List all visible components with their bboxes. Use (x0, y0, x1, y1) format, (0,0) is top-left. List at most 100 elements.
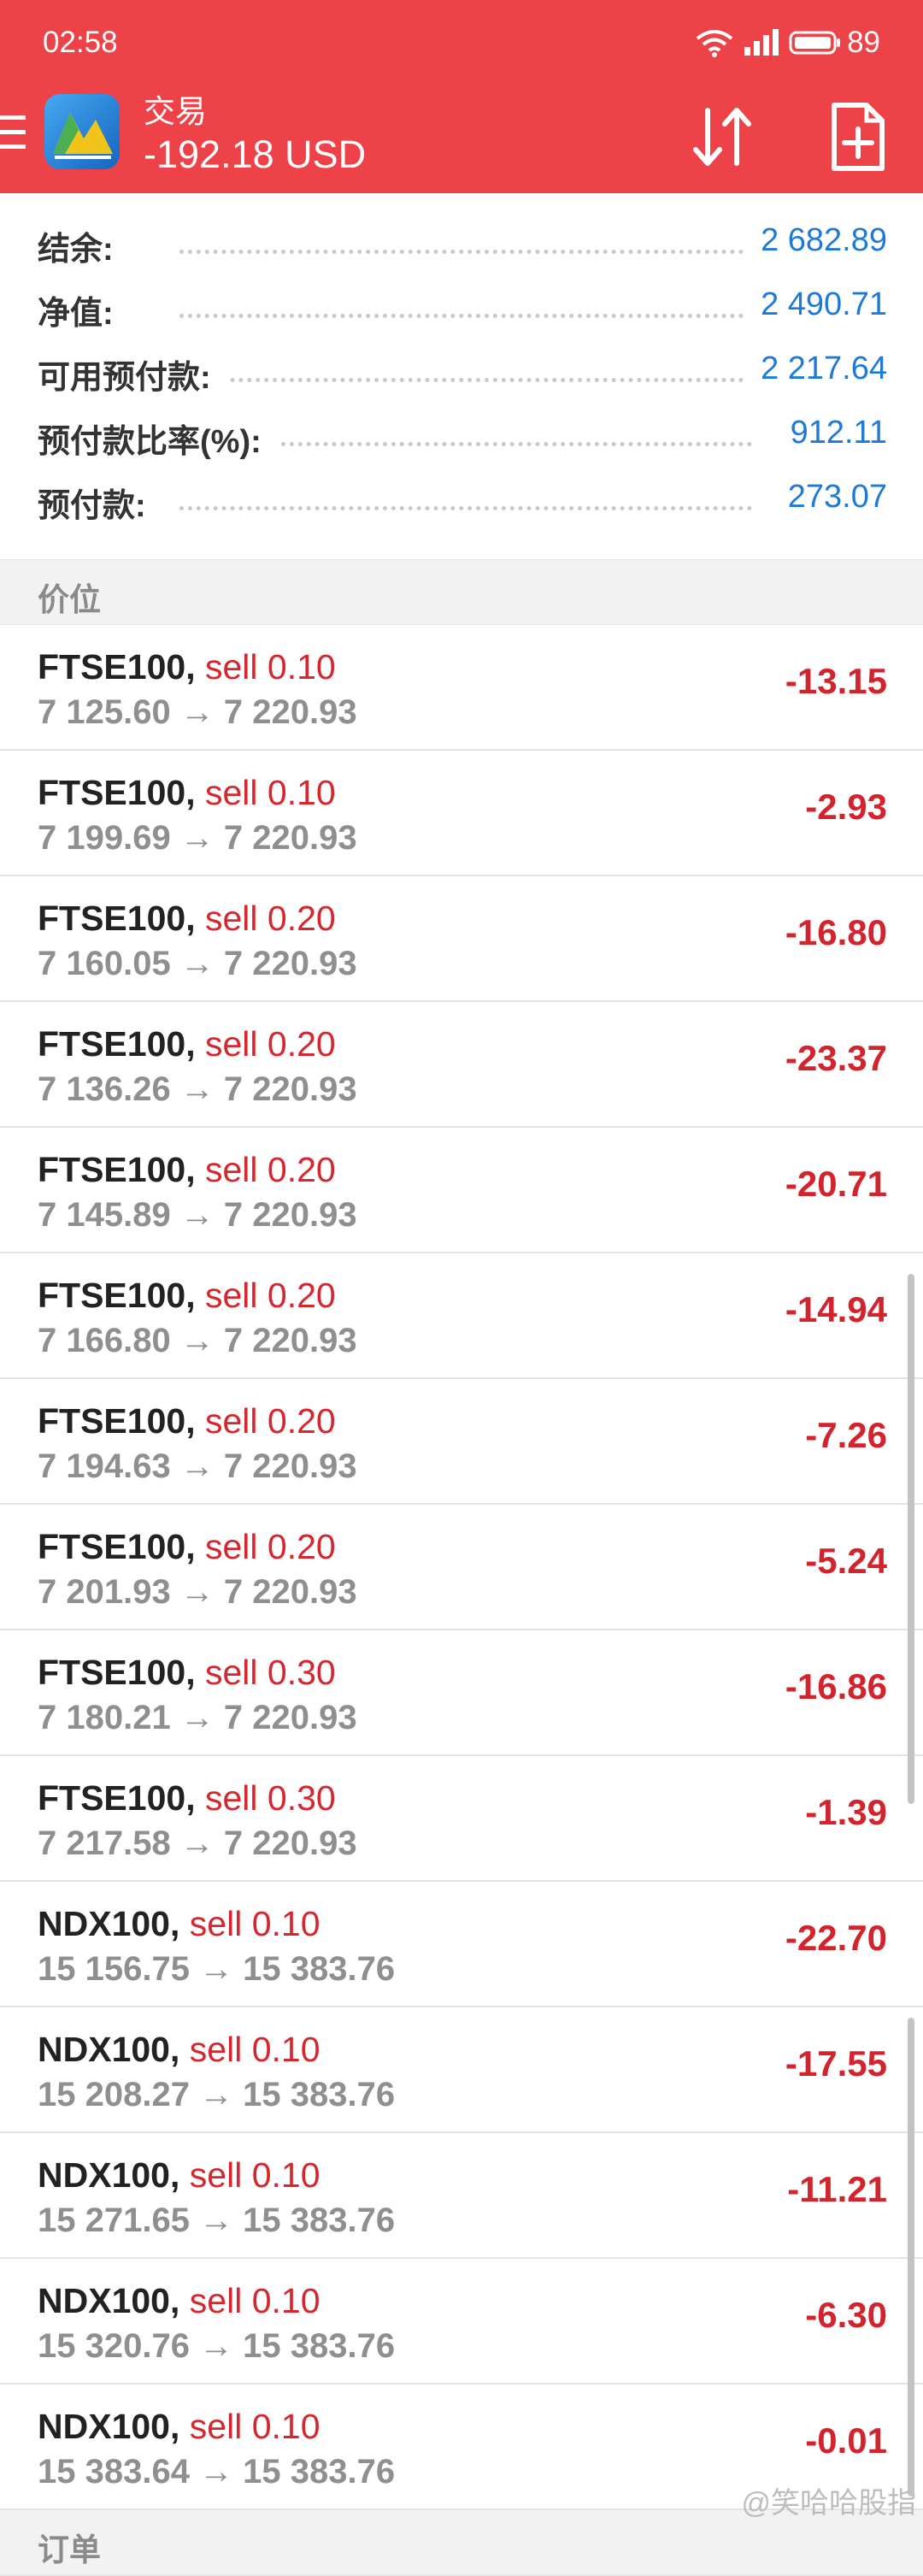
position-prices: 15 383.64 → 15 383.76 (38, 2453, 396, 2491)
battery-icon (789, 31, 841, 55)
position-prices: 7 136.26 → 7 220.93 (38, 1070, 357, 1108)
position-profit: -2.93 (805, 787, 887, 827)
dotted-leader (179, 250, 752, 254)
position-symbol: FTSE100, (38, 1150, 196, 1189)
position-row[interactable]: NDX100, sell 0.10 15 271.65 → 15 383.76 … (0, 2133, 923, 2259)
summary-value: 273.07 (772, 479, 887, 516)
position-prices: 7 199.69 → 7 220.93 (38, 819, 357, 857)
wifi-icon (696, 30, 733, 57)
header-balance: -192.18 USD (144, 133, 367, 176)
position-side: sell 0.10 (189, 1904, 320, 1943)
section-title: 订单 (38, 2532, 101, 2567)
watermark: @笑哈哈股指 (741, 2487, 916, 2520)
position-prices: 7 166.80 → 7 220.93 (38, 1322, 357, 1359)
summary-row-equity: 净值: 2 490.71 (0, 281, 923, 345)
dotted-leader (179, 314, 752, 318)
position-prices: 15 320.76 → 15 383.76 (38, 2327, 396, 2365)
position-symbol: NDX100, (38, 2407, 180, 2446)
summary-row-margin: 预付款: 273.07 (0, 474, 923, 538)
app-logo (44, 94, 120, 169)
scrollbar[interactable] (908, 2018, 914, 2496)
position-side: sell 0.10 (205, 647, 336, 687)
position-row[interactable]: FTSE100, sell 0.30 7 180.21 → 7 220.93 -… (0, 1630, 923, 1756)
position-profit: -6.30 (805, 2295, 887, 2335)
status-icons: 89 (695, 26, 880, 60)
position-row[interactable]: NDX100, sell 0.10 15 208.27 → 15 383.76 … (0, 2007, 923, 2133)
add-document-icon[interactable] (819, 98, 896, 175)
signal-icon (744, 29, 779, 56)
position-symbol: NDX100, (38, 2281, 180, 2320)
position-symbol: FTSE100, (38, 1276, 196, 1315)
position-side: sell 0.10 (189, 2030, 320, 2069)
position-profit: -13.15 (785, 661, 887, 701)
position-side: sell 0.20 (205, 1150, 336, 1189)
summary-value: 2 217.64 (745, 351, 887, 387)
position-profit: -22.70 (785, 1918, 887, 1958)
position-symbol: NDX100, (38, 2155, 180, 2195)
position-profit: -16.86 (785, 1666, 887, 1707)
position-symbol: FTSE100, (38, 1401, 196, 1441)
position-side: sell 0.20 (205, 1527, 336, 1566)
position-side: sell 0.30 (205, 1653, 336, 1692)
position-row[interactable]: FTSE100, sell 0.20 7 136.26 → 7 220.93 -… (0, 1002, 923, 1128)
summary-value: 2 682.89 (745, 222, 887, 259)
position-side: sell 0.10 (189, 2407, 320, 2446)
position-symbol: FTSE100, (38, 899, 196, 938)
position-row[interactable]: FTSE100, sell 0.20 7 145.89 → 7 220.93 -… (0, 1128, 923, 1253)
position-profit: -16.80 (785, 912, 887, 952)
position-profit: -7.26 (805, 1415, 887, 1455)
position-symbol: FTSE100, (38, 1653, 196, 1692)
position-prices: 15 208.27 → 15 383.76 (38, 2076, 396, 2113)
position-side: sell 0.20 (205, 899, 336, 938)
position-symbol: FTSE100, (38, 647, 196, 687)
position-row[interactable]: FTSE100, sell 0.20 7 194.63 → 7 220.93 -… (0, 1379, 923, 1505)
position-prices: 7 194.63 → 7 220.93 (38, 1447, 357, 1485)
position-symbol: FTSE100, (38, 773, 196, 812)
position-prices: 7 217.58 → 7 220.93 (38, 1824, 357, 1862)
position-profit: -14.94 (785, 1289, 887, 1329)
position-symbol: NDX100, (38, 1904, 180, 1943)
position-prices: 15 156.75 → 15 383.76 (38, 1950, 396, 1988)
position-side: sell 0.10 (205, 773, 336, 812)
position-row[interactable]: FTSE100, sell 0.20 7 160.05 → 7 220.93 -… (0, 876, 923, 1002)
summary-label: 净值: (38, 286, 129, 333)
position-row[interactable]: NDX100, sell 0.10 15 156.75 → 15 383.76 … (0, 1882, 923, 2007)
summary-label: 结余: (38, 222, 129, 269)
app-header: 02:58 89 交易 -192.18 USD (0, 0, 923, 193)
menu-icon[interactable] (0, 115, 26, 159)
scrollbar[interactable] (908, 1274, 914, 1804)
position-row[interactable]: FTSE100, sell 0.10 7 199.69 → 7 220.93 -… (0, 751, 923, 876)
position-side: sell 0.10 (189, 2155, 320, 2195)
position-prices: 7 125.60 → 7 220.93 (38, 693, 357, 731)
summary-label: 预付款: (38, 479, 162, 526)
dotted-leader (179, 506, 752, 510)
position-side: sell 0.20 (205, 1024, 336, 1064)
position-side: sell 0.20 (205, 1276, 336, 1315)
positions-list: FTSE100, sell 0.10 7 125.60 → 7 220.93 -… (0, 625, 923, 2510)
position-prices: 15 271.65 → 15 383.76 (38, 2202, 396, 2239)
section-title: 价位 (38, 582, 101, 617)
sort-arrows-icon[interactable] (684, 98, 761, 175)
position-side: sell 0.10 (189, 2281, 320, 2320)
summary-row-balance: 结余: 2 682.89 (0, 217, 923, 281)
position-row[interactable]: FTSE100, sell 0.20 7 201.93 → 7 220.93 -… (0, 1505, 923, 1630)
position-row[interactable]: FTSE100, sell 0.30 7 217.58 → 7 220.93 -… (0, 1756, 923, 1882)
positions-section-header: 价位 (0, 560, 923, 626)
position-profit: -23.37 (785, 1038, 887, 1078)
summary-label: 可用预付款: (38, 351, 226, 398)
position-prices: 7 160.05 → 7 220.93 (38, 945, 357, 982)
position-side: sell 0.30 (205, 1778, 336, 1818)
position-profit: -17.55 (785, 2043, 887, 2084)
position-row[interactable]: FTSE100, sell 0.20 7 166.80 → 7 220.93 -… (0, 1253, 923, 1379)
position-row[interactable]: FTSE100, sell 0.10 7 125.60 → 7 220.93 -… (0, 625, 923, 751)
position-symbol: FTSE100, (38, 1778, 196, 1818)
status-time: 02:58 (43, 26, 118, 59)
position-prices: 7 145.89 → 7 220.93 (38, 1196, 357, 1234)
summary-row-margin-level: 预付款比率(%): 912.11 (0, 410, 923, 474)
position-prices: 7 180.21 → 7 220.93 (38, 1699, 357, 1736)
summary-value: 2 490.71 (745, 286, 887, 323)
position-row[interactable]: NDX100, sell 0.10 15 320.76 → 15 383.76 … (0, 2259, 923, 2384)
battery-level: 89 (847, 26, 880, 59)
account-summary: 结余: 2 682.89 净值: 2 490.71 可用预付款: 2 217.6… (0, 193, 923, 561)
summary-row-free-margin: 可用预付款: 2 217.64 (0, 345, 923, 410)
